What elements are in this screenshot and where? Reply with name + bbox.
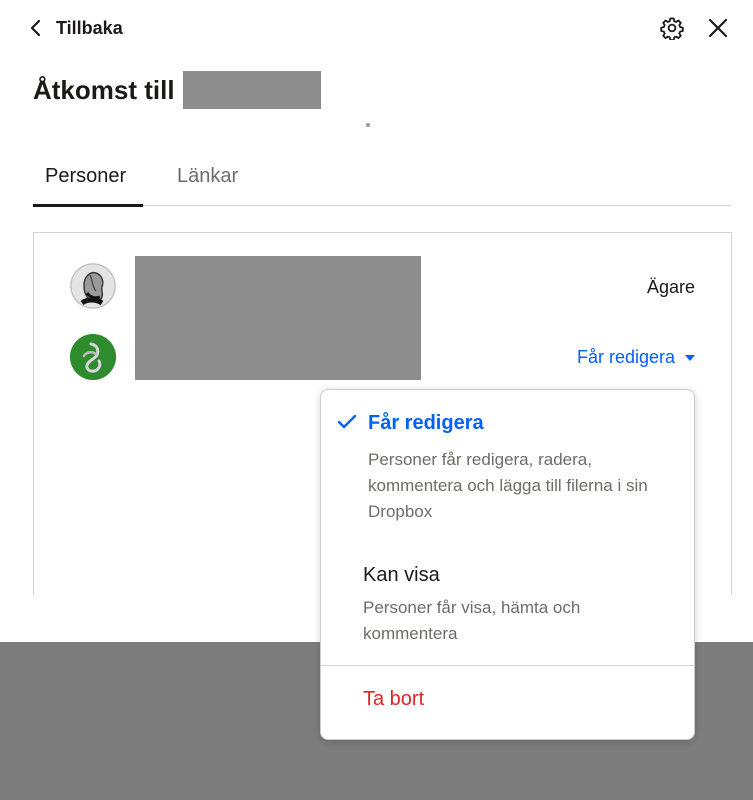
chevron-left-icon [30, 19, 41, 37]
checkmark-icon [337, 414, 357, 429]
menu-option-can-view[interactable]: Kan visa Personer får visa, hämta och ko… [321, 540, 694, 665]
remove-button[interactable]: Ta bort [363, 688, 424, 711]
title-text: Åtkomst till [33, 74, 175, 105]
panel-header: Tillbaka [0, 0, 753, 56]
menu-option-title: Kan visa [363, 564, 440, 586]
avatar [70, 263, 116, 309]
back-button[interactable]: Tillbaka [26, 14, 123, 42]
menu-option-can-edit[interactable]: Får redigera Personer får redigera, rade… [321, 390, 694, 540]
tab-links[interactable]: Länkar [177, 150, 238, 202]
avatar [70, 334, 116, 380]
menu-divider [321, 665, 694, 666]
redacted-file-name [182, 71, 321, 109]
avatar-image [70, 263, 116, 309]
menu-option-description: Personer får visa, hämta och kommentera [363, 598, 581, 643]
loading-dot [366, 123, 370, 127]
avatar-image [70, 334, 116, 380]
caret-down-icon [685, 354, 695, 361]
page-title: Åtkomst till [33, 70, 321, 110]
tab-bar: Personer Länkar [33, 150, 731, 207]
member-role-owner: Ägare [646, 277, 695, 297]
gear-icon [660, 17, 684, 40]
menu-option-title: Får redigera [368, 412, 484, 434]
settings-button[interactable] [657, 13, 687, 43]
redacted-member-names [135, 256, 421, 380]
member-role-dropdown[interactable]: Får redigera [577, 347, 695, 368]
menu-option-description: Personer får redigera, radera, kommenter… [368, 450, 648, 521]
tab-people[interactable]: Personer [45, 150, 126, 202]
back-label: Tillbaka [56, 17, 123, 38]
member-role-label: Får redigera [576, 347, 675, 367]
active-tab-indicator [33, 204, 143, 207]
permission-menu: Får redigera Personer får redigera, rade… [320, 389, 695, 740]
close-button[interactable] [703, 13, 733, 43]
close-icon [708, 18, 728, 38]
